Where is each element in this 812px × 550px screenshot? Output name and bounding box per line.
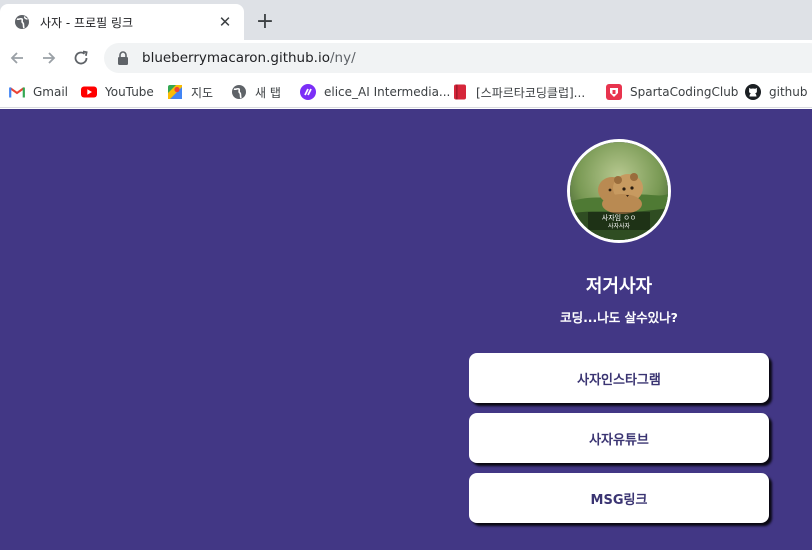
url-text: blueberrymacaron.github.io/ny/ — [142, 50, 356, 66]
globe-icon — [14, 14, 30, 30]
close-icon[interactable]: ✕ — [216, 13, 234, 31]
bookmark-spartacodingclub[interactable]: SpartaCodingClub — [606, 81, 738, 103]
bookmark-label: SpartaCodingClub — [630, 85, 739, 99]
link-button-instagram[interactable]: 사자인스타그램 — [469, 353, 769, 403]
bookmark-label: github — [769, 85, 808, 99]
bookmark-label: elice_AI Intermedia... — [324, 85, 451, 99]
forward-arrow-icon[interactable] — [37, 46, 61, 70]
bookmark-elice[interactable]: elice_AI Intermedia... — [300, 81, 450, 103]
gmail-icon — [9, 84, 25, 100]
bookmark-icon — [452, 84, 468, 100]
tab-active[interactable]: 사자 - 프로필 링크 ✕ — [0, 4, 244, 40]
bookmark-label: Gmail — [33, 85, 69, 99]
bookmark-github[interactable]: github — [745, 81, 807, 103]
bookmark-youtube[interactable]: YouTube — [81, 81, 154, 103]
elice-icon — [300, 84, 316, 100]
profile-avatar: 사자임 ㅇㅇ 사자사자 — [567, 139, 671, 243]
avatar-caption-line1: 사자임 ㅇㅇ — [602, 213, 636, 222]
globe-icon — [231, 84, 247, 100]
reload-icon[interactable] — [69, 46, 93, 70]
bookmark-label: 지도 — [191, 85, 214, 100]
link-button-youtube[interactable]: 사자유튜브 — [469, 413, 769, 463]
maps-icon — [167, 84, 183, 100]
youtube-icon — [81, 84, 97, 100]
avatar-caption-line2: 사자사자 — [608, 222, 631, 230]
link-button-msg[interactable]: MSG링크 — [469, 473, 769, 523]
tab-title: 사자 - 프로필 링크 — [40, 15, 134, 30]
bookmark-gmail[interactable]: Gmail — [9, 81, 68, 103]
bookmark-label: [스파르타코딩클럽]... — [476, 85, 586, 100]
back-arrow-icon[interactable] — [5, 46, 29, 70]
github-icon — [745, 84, 761, 100]
bookmark-label: 새 탭 — [255, 85, 281, 100]
sparta-icon — [606, 84, 622, 100]
profile-bio: 코딩...나도 살수있나? — [560, 310, 678, 325]
bookmark-new-tab[interactable]: 새 탭 — [231, 81, 281, 103]
bookmarks-bar: Gmail YouTube 지도 새 탭 elice_AI Intermedia… — [0, 76, 812, 108]
new-tab-button[interactable]: + — [254, 11, 276, 33]
profile-page: 사자임 ㅇㅇ 사자사자 저거사자 코딩...나도 살수있나? 사자인스타그램 사… — [0, 109, 812, 550]
bookmark-sparta-club[interactable]: [스파르타코딩클럽]... — [452, 81, 585, 103]
profile-name: 저거사자 — [585, 276, 653, 297]
lock-icon[interactable] — [116, 51, 130, 65]
browser-toolbar: blueberrymacaron.github.io/ny/ — [0, 40, 812, 76]
address-bar[interactable]: blueberrymacaron.github.io/ny/ — [104, 43, 812, 73]
tab-strip: 사자 - 프로필 링크 ✕ + — [0, 0, 812, 40]
url-path: /ny/ — [330, 50, 356, 66]
lion-cub-photo: 사자임 ㅇㅇ 사자사자 — [570, 142, 668, 240]
bookmark-label: YouTube — [105, 85, 154, 99]
bookmark-maps[interactable]: 지도 — [167, 81, 213, 103]
url-host: blueberrymacaron.github.io — [142, 50, 330, 66]
